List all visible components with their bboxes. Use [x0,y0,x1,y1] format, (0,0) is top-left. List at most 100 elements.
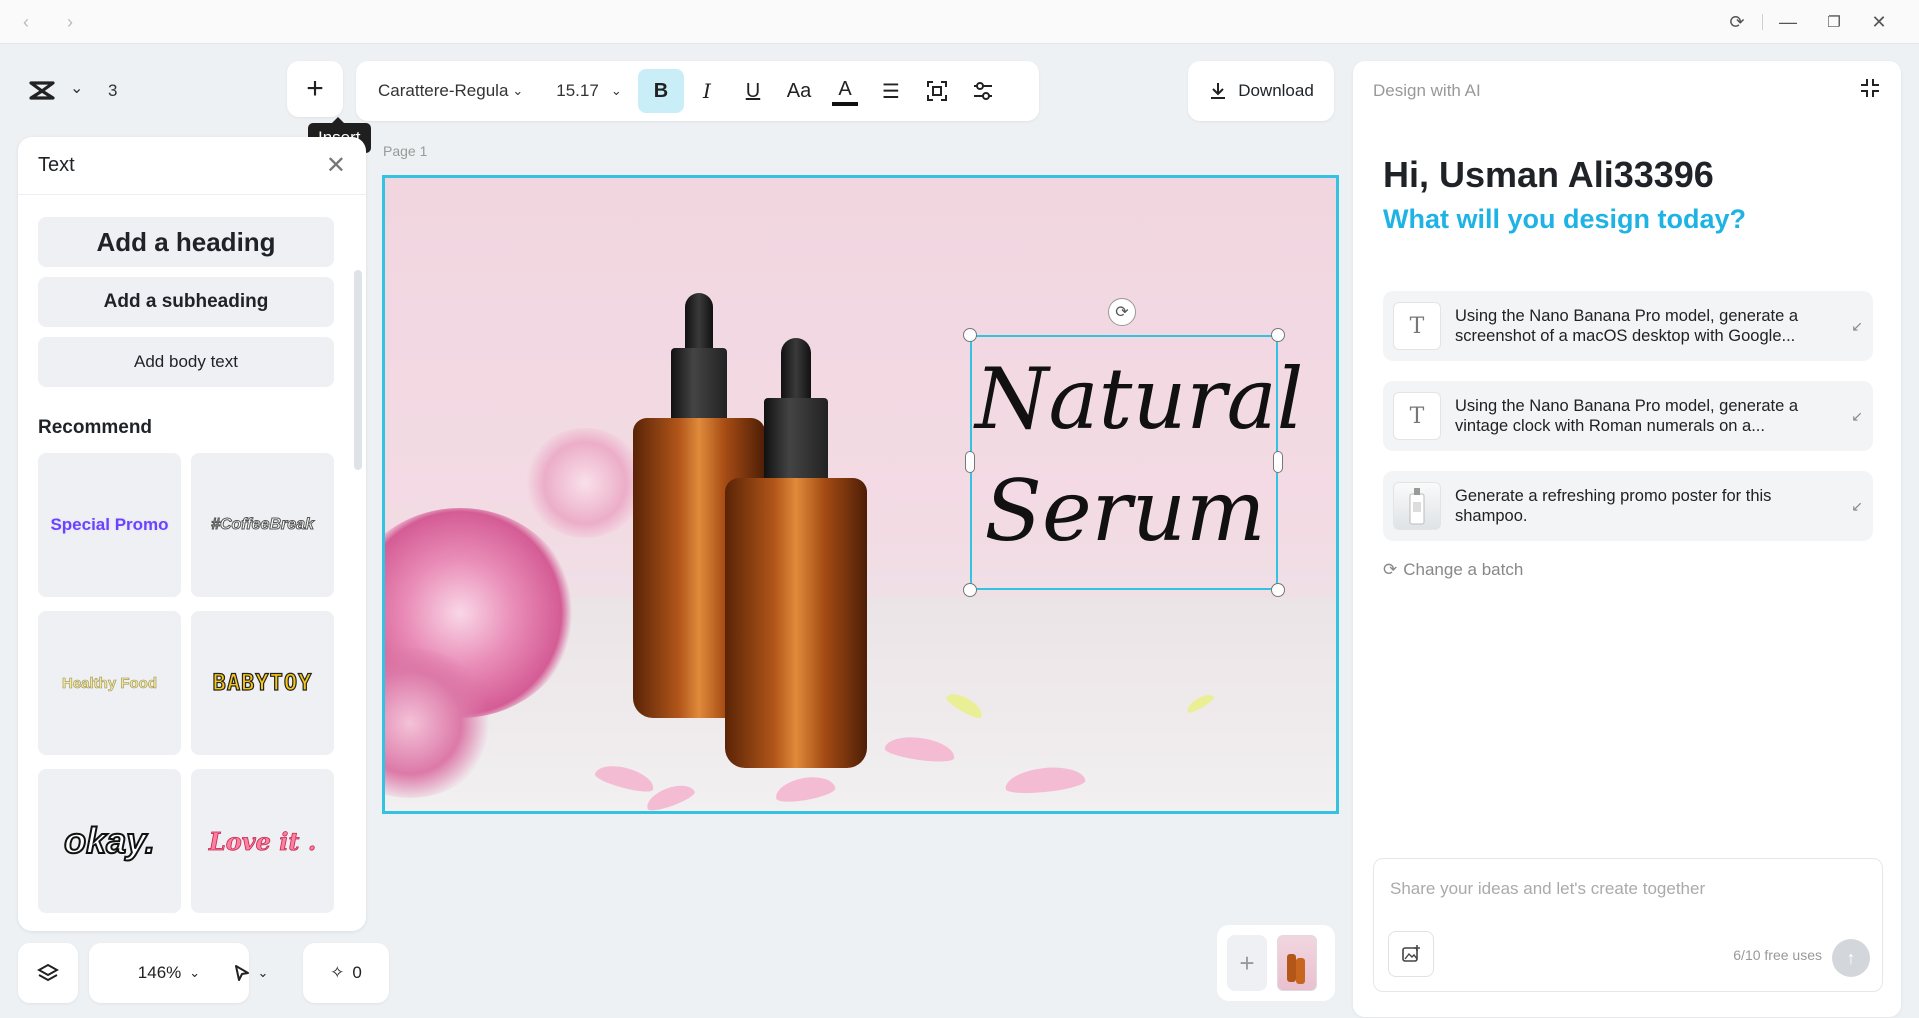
dropper-bulb [685,293,713,353]
ai-prompt-box[interactable]: Share your ideas and let's create togeth… [1373,858,1883,992]
adjust-settings-icon[interactable] [960,69,1006,113]
page-thumbnails: + [1217,925,1335,1001]
pointer-tool-select[interactable]: ⌄ [208,943,292,1003]
add-page-button[interactable]: + [1227,935,1267,991]
dropper-neck [764,398,828,490]
recommend-title: Recommend [38,417,153,438]
text-panel-title: Text [38,154,75,176]
text-style-card[interactable]: Love it . [191,769,334,913]
ai-panel-title: Design with AI [1373,81,1481,100]
text-style-card[interactable]: Special Promo [38,453,181,597]
ai-question: What will you design today? [1383,204,1747,234]
layers-button[interactable] [18,943,78,1003]
resize-handle[interactable] [1273,451,1283,473]
suggestion-text: Generate a refreshing promo poster for t… [1455,487,1772,525]
app-logo-icon [29,81,55,100]
suggestion-text: Using the Nano Banana Pro model, generat… [1455,397,1799,435]
upload-image-icon[interactable] [1388,931,1434,977]
selected-text-element[interactable]: Natural Serum [975,343,1304,567]
serum-bottle-front [725,478,867,768]
ai-prompt-placeholder: Share your ideas and let's create togeth… [1390,879,1706,898]
window-titlebar: ‹ › ⟳ — ❐ ✕ [0,0,1919,44]
selected-text-line: Natural [975,350,1304,448]
text-style-card[interactable]: BABYTOY [191,611,334,755]
font-size-select[interactable]: 15.17 ⌄ [540,69,638,113]
position-icon[interactable] [914,69,960,113]
text-style-preview: Healthy Food [61,674,158,692]
align-icon[interactable]: ☰ [868,69,914,113]
text-type-icon: T [1393,302,1441,350]
send-arrow-icon[interactable]: ↑ [1832,939,1870,977]
project-menu[interactable]: ⌄ 3 [18,60,138,120]
text-toolbar: Carattere-Regula ⌄ 15.17 ⌄ B I U Aa A ☰ [356,61,1039,121]
font-family-value: Carattere-Regula [378,81,509,100]
rotate-handle-icon[interactable]: ⟳ [1108,298,1136,326]
suggestion-text: Using the Nano Banana Pro model, generat… [1455,307,1799,345]
sparkle-icon: ✧ [330,963,345,982]
chevron-down-icon[interactable]: ⌄ [70,78,83,98]
download-label: Download [1238,81,1314,100]
page-count: 3 [108,81,118,100]
close-icon[interactable]: ✕ [326,151,346,180]
text-panel: Text ✕ Add a heading Add a subheading Ad… [18,137,366,931]
ai-suggestion[interactable]: T Using the Nano Banana Pro model, gener… [1383,381,1873,451]
chevron-down-icon: ⌄ [189,965,201,980]
download-button[interactable]: Download [1188,61,1334,121]
ai-suggestion[interactable]: T Using the Nano Banana Pro model, gener… [1383,291,1873,361]
minimize-icon[interactable]: — [1776,10,1800,34]
add-heading-button[interactable]: Add a heading [38,217,334,267]
text-style-preview: okay. [63,819,156,862]
text-style-preview: Special Promo [50,515,169,534]
text-case-button[interactable]: Aa [776,69,822,113]
restore-icon[interactable]: ❐ [1822,10,1846,34]
back-icon[interactable]: ‹ [14,10,38,34]
ai-panel: Design with AI Hi, Usman Ali33396 What w… [1353,61,1901,1017]
resize-handle[interactable] [965,451,975,473]
dropper-bulb [781,338,811,404]
collapse-icon[interactable] [1859,77,1881,105]
arrow-down-left-icon: ↙ [1851,317,1863,334]
flower-graphic [525,428,645,538]
plus-icon: + [306,72,324,105]
close-window-icon[interactable]: ✕ [1867,10,1891,34]
ai-greeting: Hi, Usman Ali33396 [1383,154,1714,195]
font-size-value: 15.17 [556,81,599,100]
bold-button[interactable]: B [638,69,684,113]
italic-button[interactable]: I [684,69,730,113]
add-body-text-button[interactable]: Add body text [38,337,334,387]
free-uses-count: 6/10 free uses [1733,947,1822,963]
underline-button[interactable]: U [730,69,776,113]
layers-icon [37,963,59,982]
forward-icon[interactable]: › [58,10,82,34]
page-thumbnail[interactable] [1277,935,1317,991]
insert-button[interactable]: + [287,61,343,117]
text-style-grid: Special Promo #CoffeeBreak Healthy Food … [38,453,346,913]
arrow-down-left-icon: ↙ [1851,407,1863,424]
text-style-card[interactable]: #CoffeeBreak [191,453,334,597]
shampoo-image-icon [1393,482,1441,530]
ai-credits-value: 0 [352,963,362,982]
resize-handle[interactable] [1271,583,1285,597]
refresh-icon: ⟳ [1383,560,1398,579]
zoom-value: 146% [137,963,182,982]
text-color-button[interactable]: A [832,76,858,106]
resize-handle[interactable] [1271,328,1285,342]
dropper-neck [671,348,727,428]
ai-suggestion[interactable]: Generate a refreshing promo poster for t… [1383,471,1873,541]
text-style-preview: BABYTOY [212,670,313,696]
text-style-preview: Love it . [208,826,317,856]
selected-text-line: Serum [984,462,1266,560]
font-family-select[interactable]: Carattere-Regula ⌄ [370,69,540,113]
chevron-down-icon: ⌄ [610,83,622,98]
text-style-card[interactable]: okay. [38,769,181,913]
chevron-down-icon: ⌄ [257,965,269,980]
add-subheading-button[interactable]: Add a subheading [38,277,334,327]
change-batch-button[interactable]: ⟳ Change a batch [1383,560,1523,580]
ai-credits-button[interactable]: ✧ 0 [303,943,389,1003]
text-style-card[interactable]: Healthy Food [38,611,181,755]
reload-icon[interactable]: ⟳ [1725,10,1749,34]
resize-handle[interactable] [963,328,977,342]
panel-scrollbar[interactable] [354,270,362,470]
resize-handle[interactable] [963,583,977,597]
design-canvas[interactable]: ⟳ Natural Serum [382,175,1339,814]
